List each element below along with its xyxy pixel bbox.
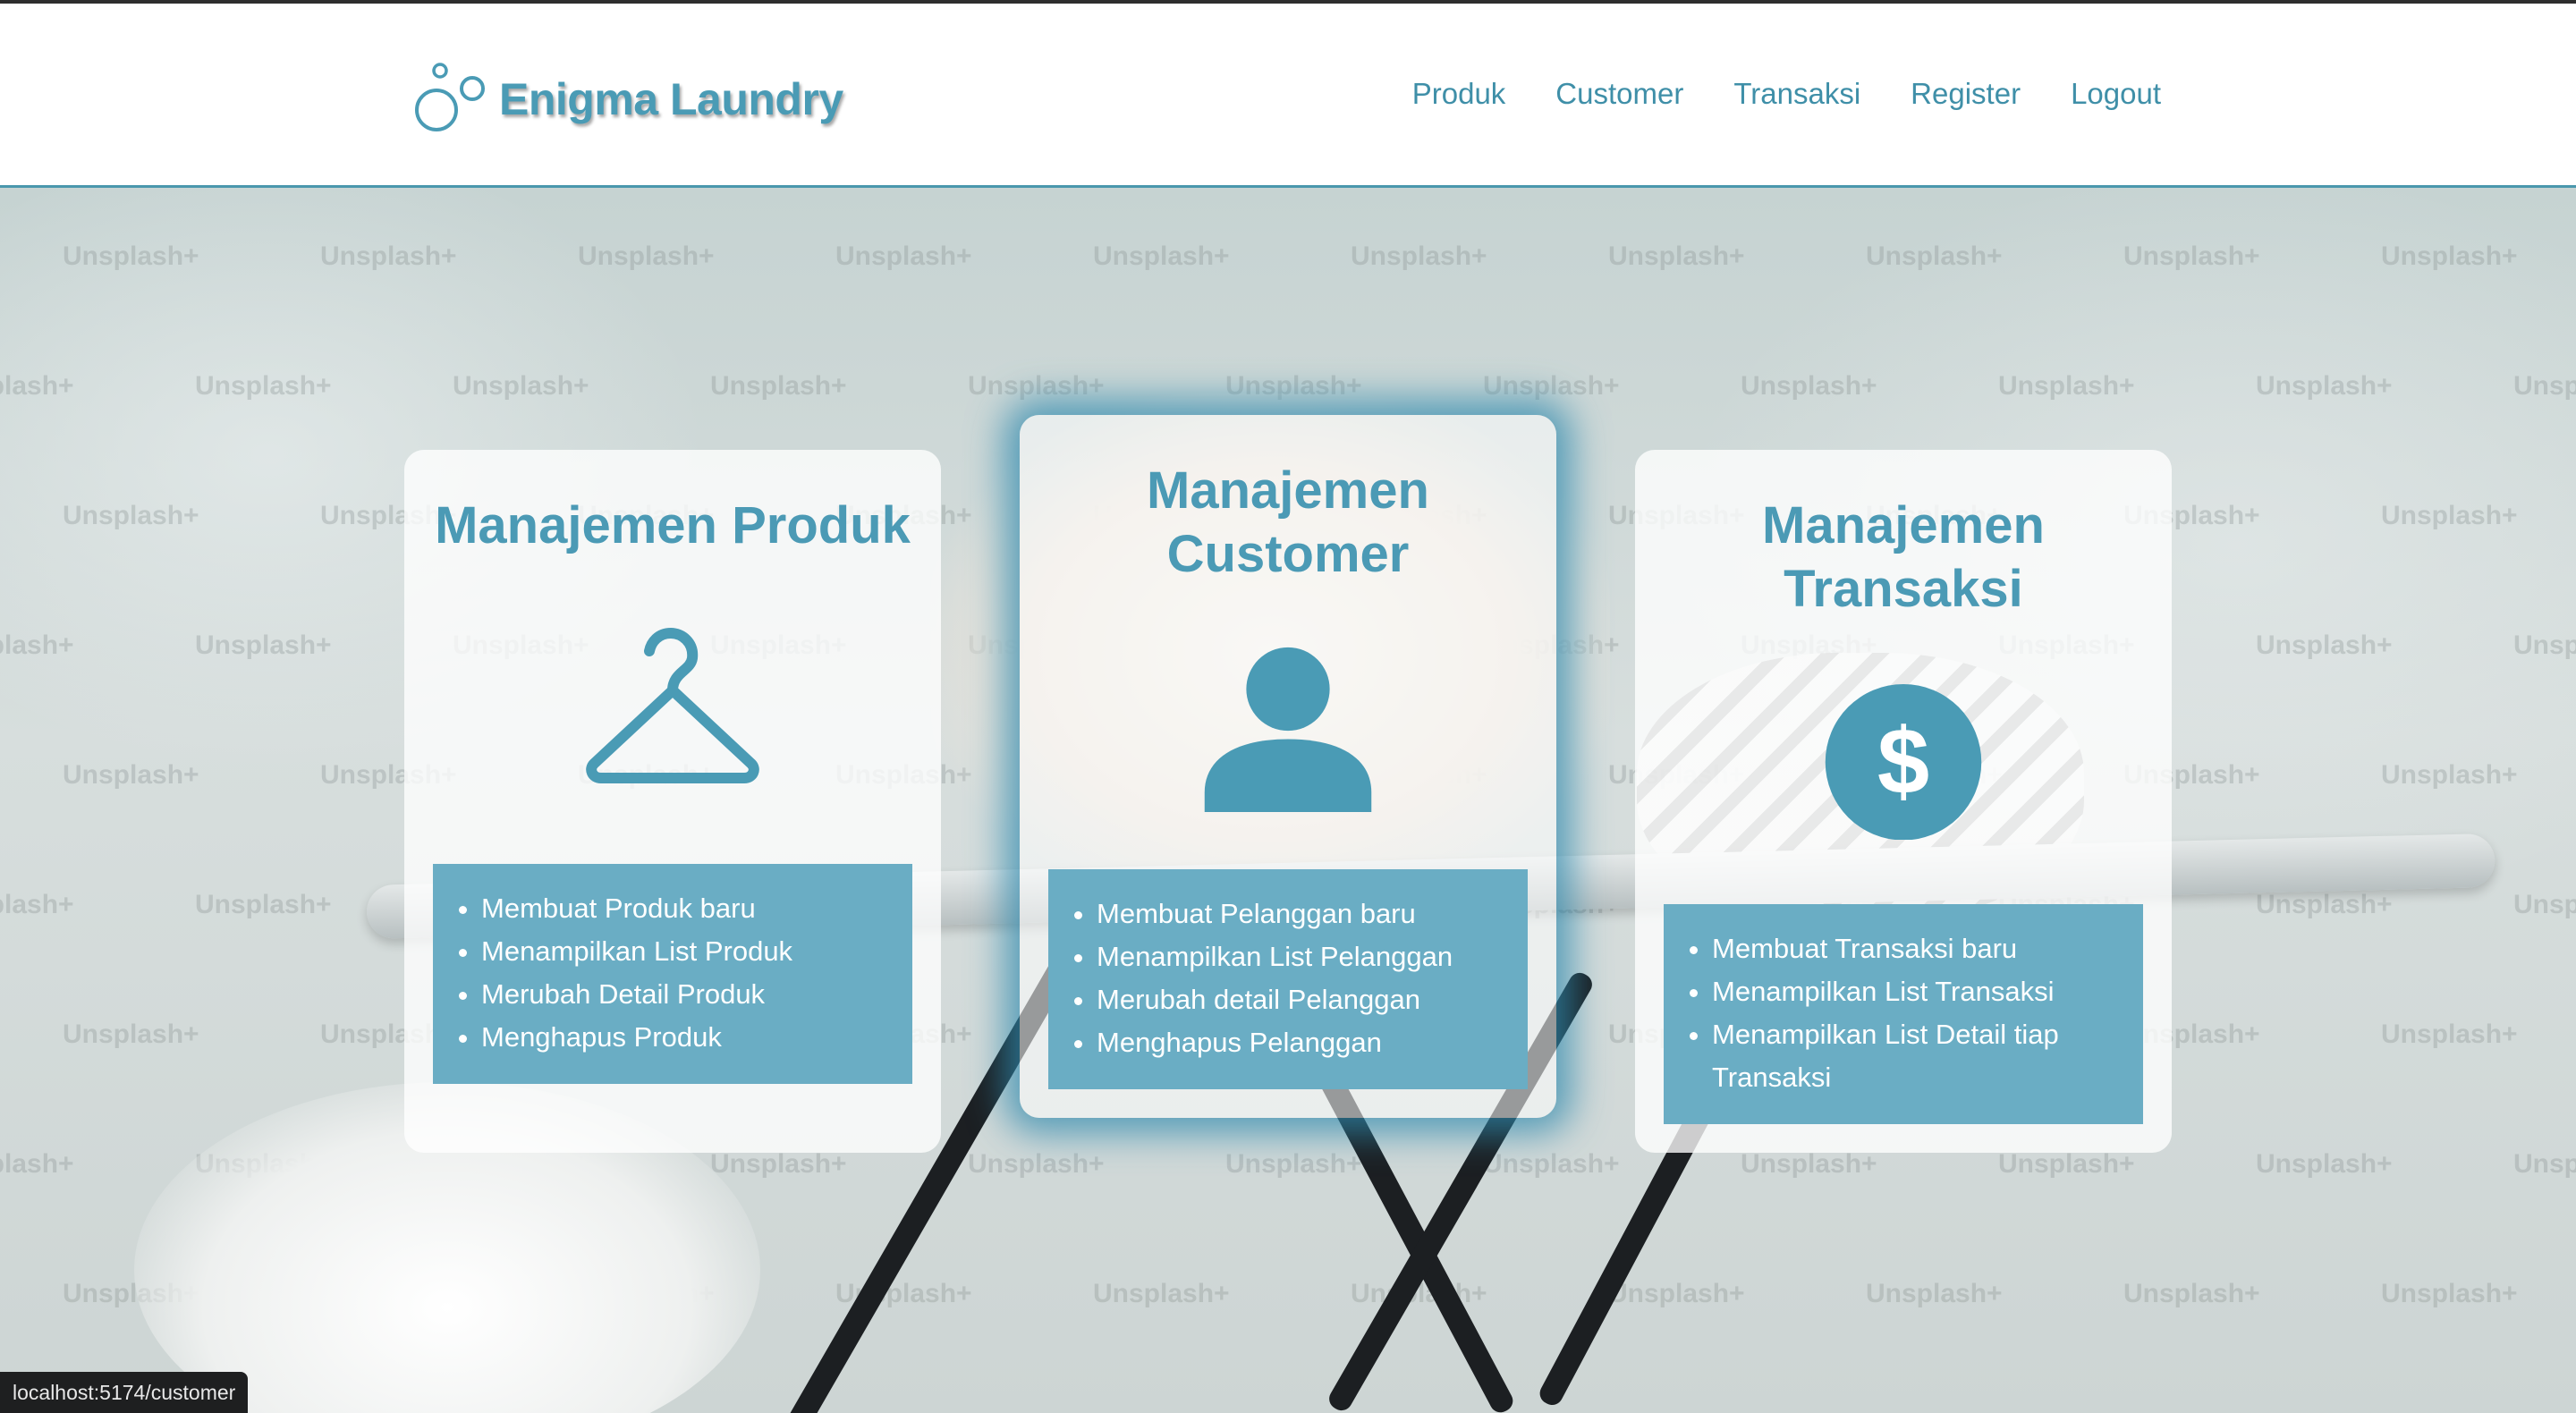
watermark-text: Unsplash+ (63, 1020, 199, 1049)
watermark-text: Unsplash+ (835, 241, 972, 271)
feature-item: Membuat Pelanggan baru (1097, 893, 1510, 935)
watermark-text: Unsplash+ (710, 371, 847, 401)
card-manajemen-produk[interactable]: Manajemen Produk Membuat Produk baru Men… (404, 450, 941, 1153)
nav-link-produk[interactable]: Produk (1412, 77, 1506, 111)
svg-text:$: $ (1877, 709, 1929, 814)
watermark-text: Unsplash+ (1866, 241, 2003, 271)
watermark-text: Unsplash+ (1741, 1149, 1877, 1179)
watermark-text: Unsplash+ (2381, 760, 2518, 790)
watermark-text: Unsplash+ (2513, 1149, 2576, 1179)
watermark-text: Unsplash+ (1866, 1279, 2003, 1308)
watermark-text: Unsplash+ (968, 371, 1105, 401)
feature-item: Membuat Produk baru (481, 887, 894, 930)
watermark-text: Unsplash+ (2256, 371, 2393, 401)
watermark-text: Unsplash+ (453, 371, 589, 401)
nav-link-register[interactable]: Register (1911, 77, 2021, 111)
watermark-text: Unsplash+ (1225, 1149, 1362, 1179)
bubbles-icon (415, 63, 485, 131)
watermark-text: Unsplash+ (2256, 1149, 2393, 1179)
watermark-text: Unsplash+ (2381, 241, 2518, 271)
brand-name: Enigma Laundry (499, 74, 843, 124)
watermark-text: Unsplash+ (195, 890, 332, 919)
feature-list: Membuat Produk baru Menampilkan List Pro… (433, 863, 912, 1084)
watermark-text: Unsplash+ (2513, 371, 2576, 401)
watermark-text: Unsplash+ (968, 1149, 1105, 1179)
feature-list: Membuat Pelanggan baru Menampilkan List … (1048, 869, 1528, 1089)
feature-item: Menampilkan List Detail tiap Transaksi (1712, 1013, 2125, 1099)
watermark-text: Unsplash+ (63, 760, 199, 790)
watermark-text: Unsplash+ (0, 630, 74, 660)
user-icon (1204, 647, 1372, 812)
watermark-text: Unsplash+ (1483, 1149, 1620, 1179)
card-manajemen-transaksi[interactable]: Manajemen Transaksi $ Membuat Transaksi … (1635, 450, 2172, 1153)
feature-item: Menghapus Pelanggan (1097, 1021, 1510, 1064)
feature-item: Menampilkan List Pelanggan (1097, 935, 1510, 978)
card-title: Manajemen Customer (1147, 461, 1429, 583)
watermark-text: Unsplash+ (195, 630, 332, 660)
watermark-text: Unsplash+ (0, 1149, 74, 1179)
watermark-text: Unsplash+ (1483, 371, 1620, 401)
watermark-text: Unsplash+ (1741, 371, 1877, 401)
watermark-text: Unsplash+ (2256, 890, 2393, 919)
watermark-text: Unsplash+ (2256, 630, 2393, 660)
feature-item: Merubah Detail Produk (481, 973, 894, 1016)
watermark-text: Unsplash+ (2513, 630, 2576, 660)
watermark-text: Unsplash+ (2123, 241, 2260, 271)
hero-background: Unsplash+ Unsplash+ Unsplash+ Unsplash+ Unsp… (0, 188, 2576, 1413)
watermark-text: Unsplash+ (1998, 371, 2135, 401)
feature-item: Menampilkan List Produk (481, 930, 894, 973)
watermark-text: Unsplash+ (578, 241, 715, 271)
watermark-text: Unsplash+ (2123, 1279, 2260, 1308)
feature-list: Membuat Transaksi baru Menampilkan List … (1664, 904, 2143, 1124)
watermark-text: Unsplash+ (0, 371, 74, 401)
watermark-text: Unsplash+ (710, 1149, 847, 1179)
feature-item: Merubah detail Pelanggan (1097, 978, 1510, 1021)
watermark-text: Unsplash+ (2381, 501, 2518, 530)
status-bar-url: localhost:5174/customer (0, 1372, 249, 1413)
watermark-text: Unsplash+ (1608, 241, 1745, 271)
watermark-text: Unsplash+ (0, 890, 74, 919)
card-manajemen-customer[interactable]: Manajemen Customer Membuat Pelanggan bar… (1020, 415, 1556, 1118)
dollar-circle-icon: $ (1825, 683, 1982, 840)
main-nav: Produk Customer Transaksi Register Logou… (1362, 77, 2161, 111)
feature-item: Menampilkan List Transaksi (1712, 970, 2125, 1013)
watermark-text: Unsplash+ (1998, 1149, 2135, 1179)
nav-link-transaksi[interactable]: Transaksi (1733, 77, 1860, 111)
watermark-text: Unsplash+ (195, 371, 332, 401)
watermark-text: Unsplash+ (63, 241, 199, 271)
watermark-text: Unsplash+ (320, 241, 457, 271)
watermark-text: Unsplash+ (1608, 1279, 1745, 1308)
watermark-text: Unsplash+ (1093, 1279, 1230, 1308)
watermark-text: Unsplash+ (63, 501, 199, 530)
feature-item: Membuat Transaksi baru (1712, 927, 2125, 970)
card-title: Manajemen Transaksi (1762, 496, 2045, 618)
nav-link-customer[interactable]: Customer (1555, 77, 1683, 111)
watermark-text: Unsplash+ (2513, 890, 2576, 919)
card-title: Manajemen Produk (435, 496, 911, 554)
feature-item: Menghapus Produk (481, 1016, 894, 1059)
watermark-text: Unsplash+ (1351, 241, 1487, 271)
navbar: Enigma Laundry Produk Customer Transaksi… (0, 4, 2576, 188)
brand[interactable]: Enigma Laundry (413, 59, 843, 140)
nav-link-logout[interactable]: Logout (2071, 77, 2161, 111)
watermark-text: Unsplash+ (2381, 1279, 2518, 1308)
watermark-text: Unsplash+ (1093, 241, 1230, 271)
watermark-text: Unsplash+ (2381, 1020, 2518, 1049)
hanger-icon (586, 627, 759, 783)
